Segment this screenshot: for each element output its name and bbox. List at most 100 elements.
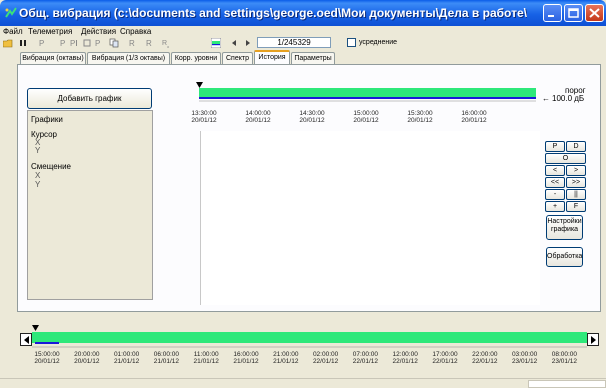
graph-settings-button[interactable]: Настройки графика [546, 215, 583, 240]
status-field [528, 380, 606, 388]
minimize-icon [548, 15, 554, 17]
bottom-timeline-bar[interactable] [32, 325, 587, 351]
maximize-button[interactable] [564, 4, 583, 22]
nav-button-prev[interactable]: < [545, 165, 565, 176]
next-record-icon[interactable] [243, 38, 253, 48]
bottom-timeline-tick-label: 21:00:00 21/01/12 [269, 351, 303, 365]
tab-history[interactable]: История [254, 50, 290, 65]
toolbar: P P P P R R Ro 1/245329 усреднение [0, 37, 606, 49]
bottom-timeline-tick-date: 23/01/12 [551, 358, 578, 365]
top-timeline-fill [199, 88, 536, 97]
open-folder-icon[interactable] [3, 38, 13, 48]
p-icon[interactable]: P [58, 38, 68, 48]
copy-icon[interactable] [109, 38, 119, 48]
bottom-timeline-tick-label: 08:00:00 23/01/12 [547, 351, 581, 365]
offset-x-label: X [35, 171, 41, 180]
add-graph-button[interactable]: Добавить график [27, 88, 152, 109]
scroll-left-button[interactable] [20, 333, 32, 346]
top-timeline-blue-line [199, 97, 536, 99]
top-timeline-tick-date: 20/01/12 [461, 117, 487, 124]
offset-label: Смещение [31, 162, 72, 171]
bottom-timeline-tick-label: 01:00:00 21/01/12 [110, 351, 144, 365]
menu-bar: Файл Телеметрия Действия Справка [0, 26, 606, 37]
menu-help[interactable]: Справка [120, 26, 151, 37]
r-icon[interactable]: R [144, 38, 154, 48]
square-icon[interactable] [82, 38, 92, 48]
prev-record-icon[interactable] [229, 38, 239, 48]
title-bar[interactable]: Общ. вибрация (c:\documents and settings… [0, 0, 606, 26]
top-timeline-cursor[interactable] [196, 82, 203, 88]
averaging-checkbox[interactable] [347, 38, 356, 47]
bottom-timeline-cursor[interactable] [32, 325, 39, 331]
menu-telemetry[interactable]: Телеметрия [28, 26, 72, 37]
offset-y-label: Y [35, 180, 41, 189]
nav-button-p[interactable]: P [545, 141, 565, 152]
r-icon[interactable]: R [127, 38, 137, 48]
scroll-right-button[interactable] [587, 333, 599, 346]
svg-text:R: R [146, 39, 152, 48]
top-timeline-tick-date: 20/01/12 [299, 117, 325, 124]
top-timeline-tick-label: 13:30:00 20/01/12 [187, 110, 221, 124]
nav-button-d[interactable]: D [566, 141, 586, 152]
tab-spectrum[interactable]: Спектр [222, 52, 253, 64]
nav-button-fast-next[interactable]: >> [566, 177, 586, 188]
top-timeline-tick-time: 14:00:00 [245, 110, 271, 117]
minimize-button[interactable] [543, 4, 562, 22]
top-timeline-bar[interactable] [195, 82, 540, 104]
close-icon [589, 8, 600, 18]
bottom-timeline-tick-label: 15:00:00 20/01/12 [30, 351, 64, 365]
top-timeline-tick-time: 13:30:00 [191, 110, 217, 117]
close-button[interactable] [585, 4, 604, 22]
top-timeline-tick-time: 15:00:00 [353, 110, 379, 117]
bottom-timeline-tick-date: 20/01/12 [34, 358, 60, 365]
threshold-value: 100.0 дБ [552, 94, 585, 103]
p-icon[interactable]: P [37, 38, 47, 48]
bottom-timeline-tick-time: 07:00:00 [352, 351, 379, 358]
status-bar [0, 378, 606, 388]
bottom-timeline-tick-label: 07:00:00 22/01/12 [348, 351, 382, 365]
stop-icon[interactable] [18, 38, 28, 48]
nav-button-fast-prev[interactable]: << [545, 177, 565, 188]
processing-button[interactable]: Обработка [546, 247, 583, 267]
nav-button-minus[interactable]: - [545, 189, 565, 200]
threshold-arrow: ← [542, 94, 550, 103]
tab-corrected-levels[interactable]: Корр. уровни [171, 52, 221, 64]
top-timeline-tick-date: 20/01/12 [191, 117, 217, 124]
top-timeline-tick-time: 14:30:00 [299, 110, 325, 117]
tab-parameters[interactable]: Параметры [291, 52, 335, 64]
top-timeline-tick-date: 20/01/12 [407, 117, 433, 124]
bottom-timeline-tick-date: 22/01/12 [392, 358, 418, 365]
menu-file[interactable]: Файл [3, 26, 23, 37]
svg-text:P: P [60, 39, 65, 48]
record-counter[interactable]: 1/245329 [257, 37, 331, 48]
p-icon[interactable]: P [93, 38, 103, 48]
bottom-timeline-tick-label: 12:00:00 22/01/12 [388, 351, 422, 365]
bottom-timeline-tick-time: 15:00:00 [34, 351, 60, 358]
bottom-timeline-tick-label: 11:00:00 21/01/12 [189, 351, 223, 365]
bottom-timeline-tick-date: 22/01/12 [352, 358, 379, 365]
bottom-timeline-tick-date: 21/01/12 [193, 358, 219, 365]
top-timeline-tick-time: 16:00:00 [461, 110, 487, 117]
top-timeline-tick-label: 15:00:00 20/01/12 [349, 110, 383, 124]
bottom-timeline-tick-time: 16:00:00 [233, 351, 259, 358]
nav-button-pause[interactable]: || [566, 189, 586, 200]
top-timeline-tick-label: 15:30:00 20/01/12 [403, 110, 437, 124]
nav-button-o[interactable]: O [545, 153, 586, 164]
plot-area[interactable] [200, 131, 540, 305]
top-timeline-tick-label: 16:00:00 20/01/12 [457, 110, 491, 124]
bottom-timeline-tick-date: 23/01/12 [511, 358, 538, 365]
tab-vibration-third-octaves[interactable]: Вибрация (1/3 октавы) [87, 52, 170, 64]
r-sub-icon[interactable]: Ro [161, 38, 171, 48]
nav-button-f[interactable]: F [566, 201, 586, 212]
p-bar-icon[interactable]: P [70, 38, 80, 48]
tab-vibration-octaves[interactable]: Вибрация (октавы) [20, 52, 86, 64]
nav-button-plus[interactable]: + [545, 201, 565, 212]
svg-text:o: o [167, 44, 170, 48]
menu-actions[interactable]: Действия [81, 26, 116, 37]
green-bar-icon[interactable] [211, 38, 221, 48]
bottom-timeline-tick-time: 02:00:00 [312, 351, 339, 358]
bottom-timeline-tick-date: 21/01/12 [273, 358, 299, 365]
bottom-timeline-tick-label: 20:00:00 20/01/12 [70, 351, 104, 365]
bottom-timeline-tick-date: 22/01/12 [472, 358, 498, 365]
nav-button-next[interactable]: > [566, 165, 586, 176]
